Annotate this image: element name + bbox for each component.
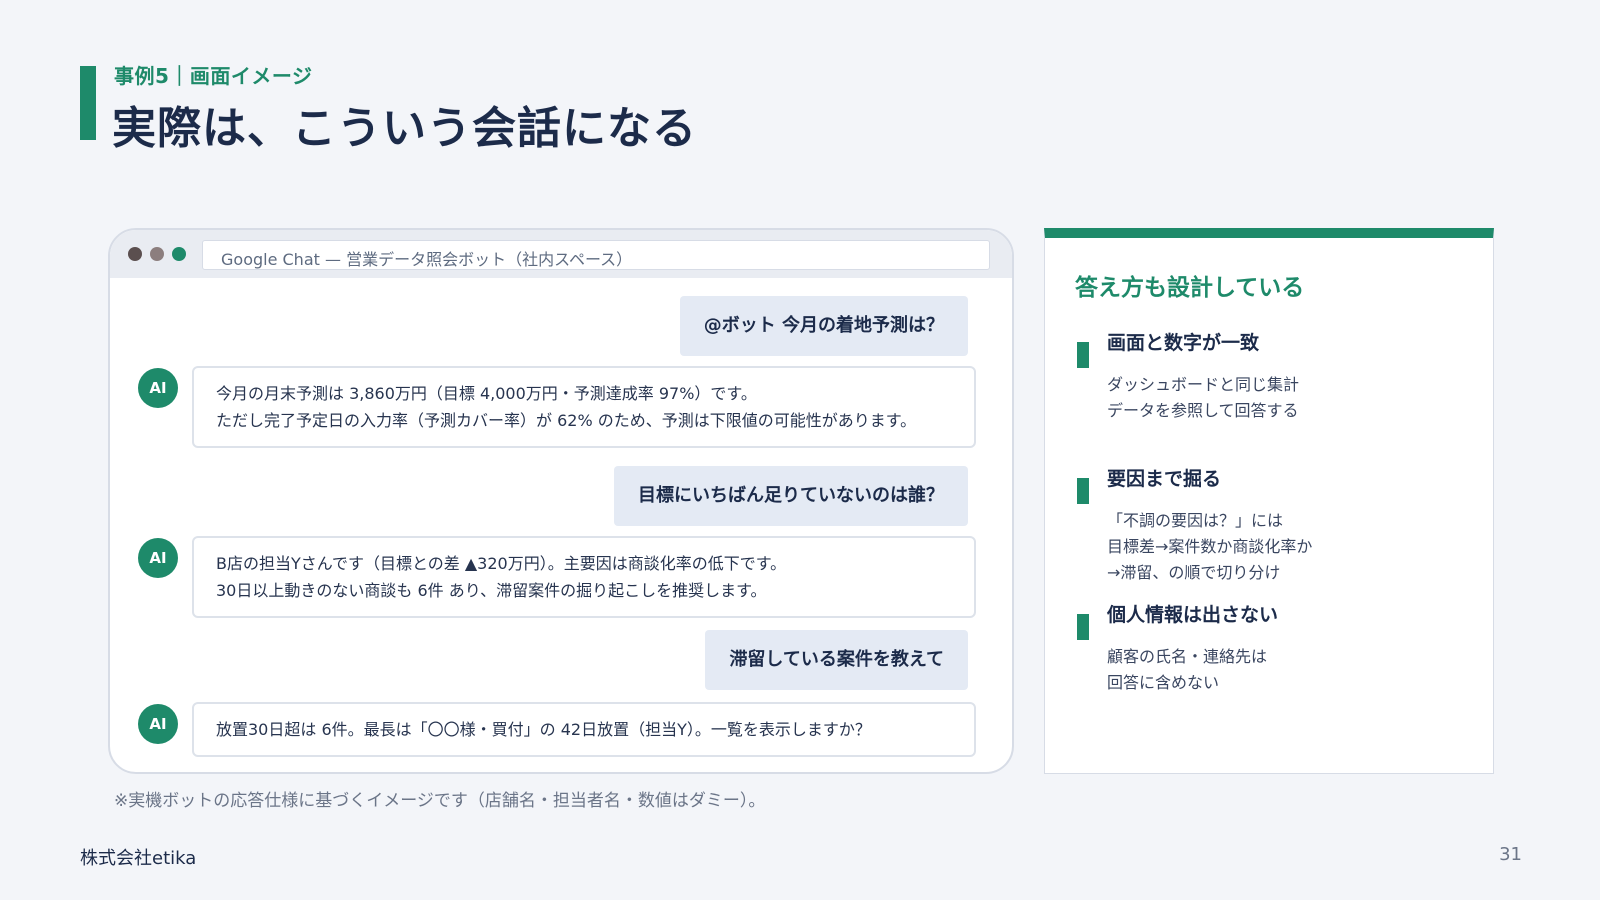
point-body-line: →滞留、の順で切り分け: [1107, 563, 1281, 582]
footnote: ※実機ボットの応答仕様に基づくイメージです（店舗名・担当者名・数値はダミー）。: [114, 791, 766, 811]
bot-avatar: AI: [138, 368, 178, 408]
point-accent-bar: [1077, 478, 1089, 504]
user-message-text: 滞留している案件を教えて: [729, 649, 944, 670]
page-title: 実際は、こういう会話になる: [112, 103, 697, 154]
bot-message: B店の担当Yさんです（目標との差 ▲320万円）。主要因は商談化率の低下です。 …: [192, 536, 976, 618]
card-title: 答え方も設計している: [1075, 275, 1305, 301]
design-points-card: 答え方も設計している 画面と数字が一致 ダッシュボードと同じ集計 データを参照し…: [1044, 228, 1494, 774]
window-title-bar[interactable]: Google Chat — 営業データ照会ボット（社内スペース）: [202, 240, 990, 270]
company-name: 株式会社etika: [80, 848, 197, 869]
point-accent-bar: [1077, 614, 1089, 640]
window-close-dot[interactable]: [128, 247, 142, 261]
bot-message-line: B店の担当Yさんです（目標との差 ▲320万円）。主要因は商談化率の低下です。: [216, 554, 787, 573]
bot-message: 今月の月末予測は 3,860万円（目標 4,000万円・予測達成率 97%）です…: [192, 366, 976, 448]
title-accent-bar: [80, 66, 96, 140]
point-body: 「不調の要因は？」には 目標差→案件数か商談化率か →滞留、の順で切り分け: [1107, 508, 1312, 586]
point-body-line: ダッシュボードと同じ集計: [1107, 375, 1300, 394]
window-maximize-dot[interactable]: [172, 247, 186, 261]
bot-message-line: ただし完了予定日の入力率（予測カバー率）が 62% のため、予測は下限値の可能性…: [216, 411, 917, 430]
section-eyebrow: 事例5｜画面イメージ: [114, 64, 313, 88]
page-number: 31: [1499, 844, 1522, 865]
user-message: 目標にいちばん足りていないのは誰？: [614, 466, 968, 526]
point-body-line: 顧客の氏名・連絡先は: [1107, 647, 1268, 666]
bot-message-line: 今月の月末予測は 3,860万円（目標 4,000万円・予測達成率 97%）です…: [216, 384, 757, 403]
point-heading: 個人情報は出さない: [1107, 604, 1279, 626]
point-body-line: 回答に含めない: [1107, 673, 1220, 692]
point-body-line: 目標差→案件数か商談化率か: [1107, 537, 1313, 556]
point-body: ダッシュボードと同じ集計 データを参照して回答する: [1107, 372, 1299, 424]
user-message-text: 目標にいちばん足りていないのは誰？: [638, 485, 944, 506]
chat-window: Google Chat — 営業データ照会ボット（社内スペース） @ボット 今月…: [108, 228, 1014, 774]
point-heading: 要因まで掘る: [1107, 468, 1222, 490]
bot-message-line: 放置30日超は 6件。最長は「〇〇様・買付」の 42日放置（担当Y）。一覧を表示…: [216, 720, 871, 739]
bot-message: 放置30日超は 6件。最長は「〇〇様・買付」の 42日放置（担当Y）。一覧を表示…: [192, 702, 976, 757]
user-message: @ボット 今月の着地予測は？: [679, 296, 968, 356]
point-body-line: 「不調の要因は？」には: [1107, 511, 1284, 530]
point-accent-bar: [1077, 342, 1089, 368]
user-message: 滞留している案件を教えて: [705, 630, 968, 690]
window-minimize-dot[interactable]: [150, 247, 164, 261]
bot-avatar: AI: [138, 704, 178, 744]
bot-avatar: AI: [138, 538, 178, 578]
point-body: 顧客の氏名・連絡先は 回答に含めない: [1107, 644, 1267, 696]
bot-message-line: 30日以上動きのない商談も 6件 あり、滞留案件の掘り起こしを推奨します。: [216, 581, 767, 600]
window-titlebar: Google Chat — 営業データ照会ボット（社内スペース）: [110, 230, 1012, 278]
point-body-line: データを参照して回答する: [1107, 401, 1299, 420]
point-heading: 画面と数字が一致: [1107, 332, 1260, 354]
user-message-text: @ボット 今月の着地予測は？: [703, 315, 944, 336]
